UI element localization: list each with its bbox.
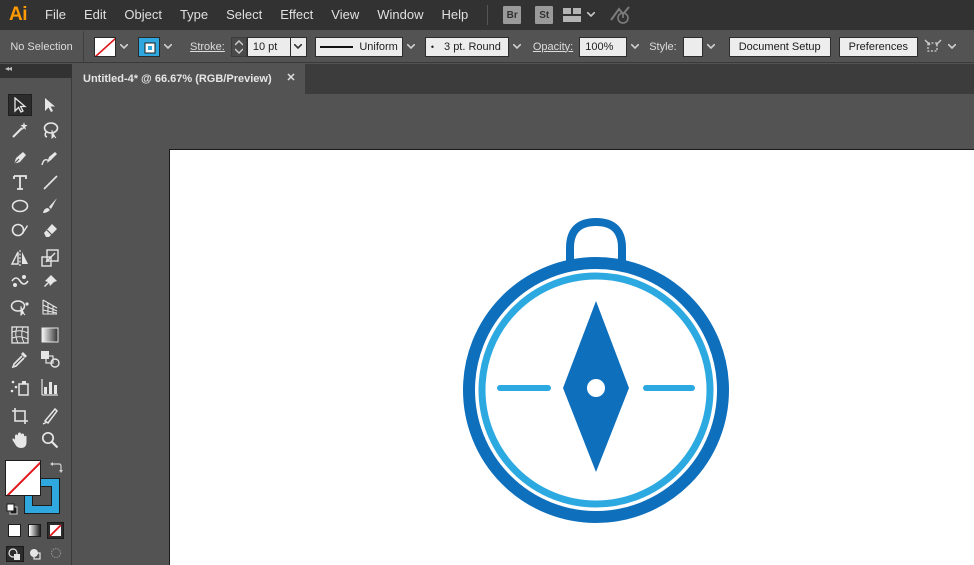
- none-mode-button[interactable]: [47, 522, 64, 539]
- color-mode-button[interactable]: [8, 524, 21, 537]
- stroke-dropdown[interactable]: [160, 37, 176, 57]
- draw-behind-button[interactable]: [27, 546, 45, 562]
- app-logo[interactable]: Ai: [0, 0, 36, 30]
- gradient-tool-icon[interactable]: [38, 324, 62, 346]
- canvas-area[interactable]: [73, 94, 974, 565]
- line-segment-tool-icon[interactable]: [38, 171, 62, 193]
- ellipse-tool-icon[interactable]: [8, 195, 32, 217]
- eyedropper-tool-icon[interactable]: [8, 348, 32, 370]
- pen-tool-icon[interactable]: [8, 147, 32, 169]
- tools-panel: [0, 78, 72, 565]
- direct-selection-tool-icon[interactable]: [38, 94, 62, 116]
- profile-label: Uniform: [359, 40, 398, 53]
- puppet-warp-tool-icon[interactable]: [8, 271, 32, 293]
- menu-help[interactable]: Help: [432, 0, 477, 30]
- gradient-mode-button[interactable]: [28, 524, 41, 537]
- magic-wand-tool-icon[interactable]: [8, 119, 32, 141]
- menu-edit[interactable]: Edit: [75, 0, 115, 30]
- graphic-style-swatch[interactable]: [682, 36, 703, 57]
- menu-select[interactable]: Select: [217, 0, 271, 30]
- control-bar: No Selection Stroke: 10 pt Uniform • 3 p…: [0, 30, 974, 63]
- fill-color-box[interactable]: [5, 460, 41, 496]
- stock-button[interactable]: St: [535, 6, 554, 24]
- profile-line-preview: [319, 45, 354, 48]
- menu-file[interactable]: File: [36, 0, 75, 30]
- menu-separator: [487, 5, 489, 25]
- column-graph-tool-icon[interactable]: [38, 376, 62, 398]
- menu-type[interactable]: Type: [171, 0, 217, 30]
- arrange-documents-icon[interactable]: [560, 0, 584, 30]
- collapse-panel-icon[interactable]: ◂◂: [5, 64, 12, 73]
- opacity-input[interactable]: 100%: [579, 36, 628, 57]
- fill-dropdown[interactable]: [116, 37, 132, 57]
- document-tab[interactable]: Untitled-4* @ 66.67% (RGB/Preview) ✕: [73, 64, 305, 94]
- compass-artwork[interactable]: [170, 150, 974, 565]
- draw-normal-button[interactable]: [6, 546, 24, 562]
- stroke-label[interactable]: Stroke:: [190, 41, 225, 53]
- stroke-weight-input[interactable]: 10 pt: [246, 36, 291, 57]
- perspective-grid-tool-icon[interactable]: [38, 296, 62, 318]
- graphic-style-dropdown[interactable]: [703, 37, 719, 57]
- swap-fill-stroke-icon[interactable]: [49, 461, 63, 473]
- curvature-tool-icon[interactable]: [38, 147, 62, 169]
- shape-builder-tool-icon[interactable]: [8, 296, 32, 318]
- stroke-weight-dropdown[interactable]: [290, 36, 307, 57]
- mesh-tool-icon[interactable]: [8, 324, 32, 346]
- hand-tool-icon[interactable]: [8, 429, 32, 451]
- document-setup-button[interactable]: Document Setup: [728, 36, 831, 57]
- artboard-tool-icon[interactable]: [8, 405, 32, 427]
- menu-bar: Ai File Edit Object Type Select Effect V…: [0, 0, 974, 30]
- eraser-tool-icon[interactable]: [38, 219, 62, 241]
- paintbrush-tool-icon[interactable]: [38, 195, 62, 217]
- artboard[interactable]: [169, 149, 974, 565]
- brush-dot-icon: •: [430, 41, 435, 52]
- stroke-stepper[interactable]: [230, 36, 247, 57]
- selection-status: No Selection: [0, 30, 84, 63]
- selection-tool-icon[interactable]: [8, 94, 32, 116]
- profile-dropdown[interactable]: [403, 37, 419, 57]
- gpu-performance-icon[interactable]: [608, 0, 632, 30]
- menu-window[interactable]: Window: [368, 0, 432, 30]
- align-options-dropdown[interactable]: [944, 37, 960, 57]
- close-icon[interactable]: ✕: [285, 72, 297, 84]
- zoom-tool-icon[interactable]: [38, 429, 62, 451]
- type-tool-icon[interactable]: [8, 171, 32, 193]
- opacity-dropdown[interactable]: [627, 37, 643, 57]
- symbol-sprayer-tool-icon[interactable]: [8, 376, 32, 398]
- draw-inside-button[interactable]: [48, 546, 66, 562]
- document-tab-bar: Untitled-4* @ 66.67% (RGB/Preview) ✕: [73, 64, 974, 94]
- variable-width-profile[interactable]: Uniform: [314, 36, 403, 57]
- preferences-button[interactable]: Preferences: [838, 36, 918, 57]
- pin-tool-icon[interactable]: [38, 271, 62, 293]
- compass-loop: [566, 217, 626, 262]
- default-fill-stroke-icon[interactable]: [6, 502, 18, 515]
- brush-definition[interactable]: • 3 pt. Round: [424, 36, 509, 57]
- menu-object[interactable]: Object: [115, 0, 171, 30]
- lasso-tool-icon[interactable]: [38, 119, 62, 141]
- opacity-label[interactable]: Opacity:: [533, 41, 573, 53]
- scale-tool-icon[interactable]: [38, 247, 62, 269]
- toolbox-header: ◂◂: [0, 64, 72, 78]
- compass-pivot: [587, 379, 605, 397]
- brush-label: 3 pt. Round: [444, 40, 501, 53]
- menu-effect[interactable]: Effect: [271, 0, 322, 30]
- menu-view[interactable]: View: [322, 0, 368, 30]
- blend-tool-icon[interactable]: [38, 348, 62, 370]
- slice-tool-icon[interactable]: [38, 405, 62, 427]
- document-tab-title: Untitled-4* @ 66.67% (RGB/Preview): [83, 73, 272, 85]
- style-label: Style:: [649, 40, 677, 53]
- stroke-swatch[interactable]: [138, 36, 160, 57]
- align-options-icon[interactable]: [922, 37, 944, 57]
- reflect-tool-icon[interactable]: [8, 247, 32, 269]
- shaper-tool-icon[interactable]: [8, 219, 32, 241]
- chevron-down-icon[interactable]: [584, 0, 598, 30]
- bridge-button[interactable]: Br: [503, 6, 522, 24]
- fill-swatch[interactable]: [94, 36, 116, 57]
- brush-dropdown[interactable]: [509, 37, 525, 57]
